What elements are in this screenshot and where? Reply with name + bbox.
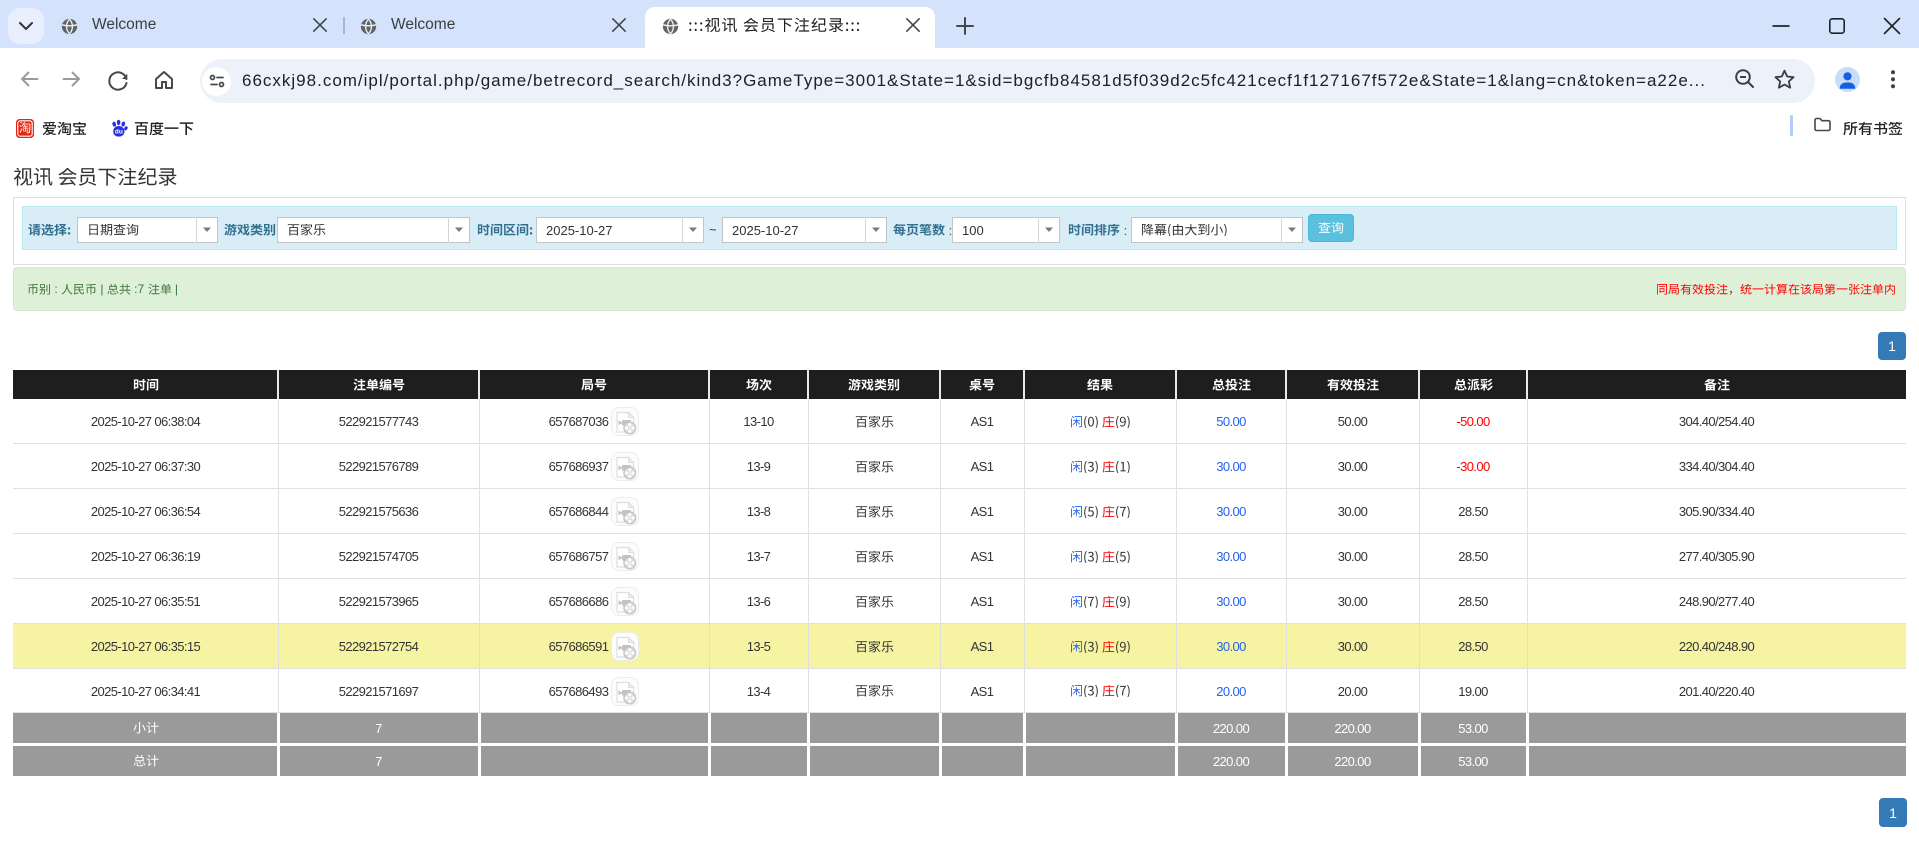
- svg-text:du: du: [115, 129, 123, 136]
